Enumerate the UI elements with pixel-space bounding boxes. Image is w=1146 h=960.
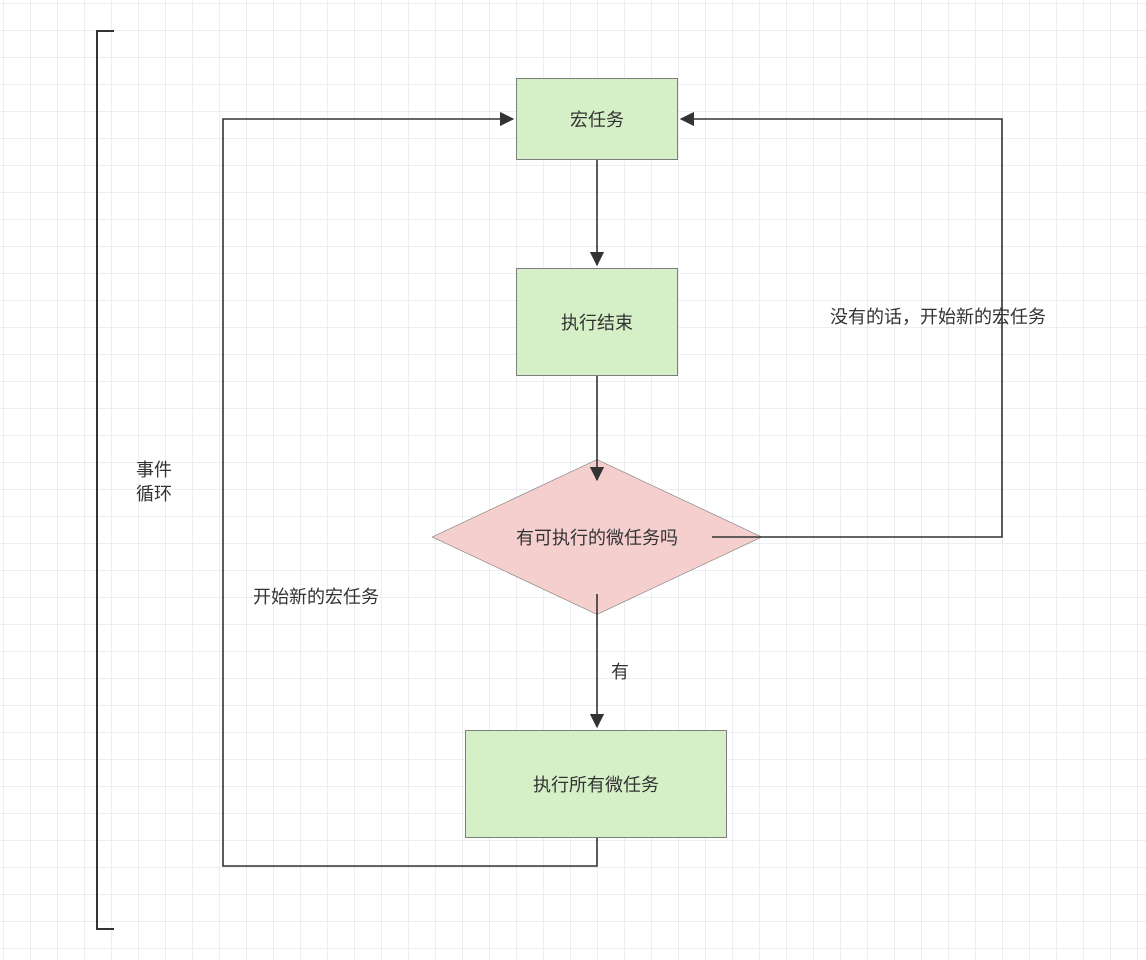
edge-hasmicro-to-macro-right xyxy=(681,119,1002,537)
diagram-canvas: 事件 循环 宏任务 执行结束 有可执行的微任务吗 执行所有微任务 有 没有的话，… xyxy=(0,0,1146,960)
edge-runmicro-to-macro-left xyxy=(223,119,597,866)
edges-layer xyxy=(0,0,1146,960)
